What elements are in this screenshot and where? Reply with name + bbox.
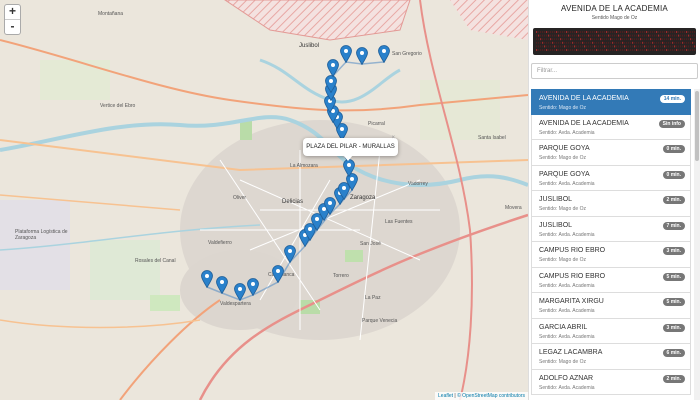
arrival-time-badge: 0 min.	[662, 145, 685, 153]
map-label-la-almozara: La Almozara	[290, 163, 318, 169]
map-label-movera: Movera	[505, 205, 522, 211]
stop-popup: PLAZA DEL PILAR - MURALLAS ×	[303, 135, 398, 156]
stop-direction: Sentido: Mago de Oz	[539, 206, 586, 212]
arrival-time-badge: 7 min.	[662, 221, 685, 230]
stop-list-item[interactable]: ADOLFO AZNAR Sentido: Avda. Academia 2 min…	[531, 369, 691, 395]
arrival-time-badge: 0 min.	[662, 170, 685, 179]
stop-marker-icon[interactable]	[216, 276, 228, 294]
map-label-delicias: Delicias	[282, 199, 304, 205]
map-label-valdefierro: Valdefierro	[208, 240, 232, 246]
stop-direction: Sentido: Mago de Oz	[539, 359, 586, 365]
stop-direction: Sentido: Mago de Oz	[539, 257, 586, 263]
stop-marker-icon[interactable]	[356, 47, 368, 65]
stop-marker-icon[interactable]	[234, 283, 246, 301]
osm-link[interactable]: © OpenStreetMap contributors	[457, 393, 525, 399]
stop-marker-icon[interactable]	[378, 45, 390, 63]
arrival-time-badge: 5 min.	[662, 298, 685, 306]
stop-list-item[interactable]: AVENIDA DE LA ACADEMIA Sentido: Mago de O…	[531, 89, 691, 115]
stop-marker-icon[interactable]	[325, 75, 337, 93]
map-label-rosales-del-canal: Rosales del Canal	[135, 258, 176, 264]
stop-list-item[interactable]: AVENIDA DE LA ACADEMIA Sentido: Avda. Aca…	[531, 114, 691, 140]
stop-marker-icon[interactable]	[327, 59, 339, 77]
zoom-in-button[interactable]: +	[5, 5, 20, 19]
stop-marker-icon[interactable]	[340, 45, 352, 63]
arrival-time-badge: 5 min.	[662, 272, 685, 281]
scrollbar-thumb[interactable]	[695, 91, 699, 161]
map-label-plataforma: Plataforma Logística de Zaragoza	[15, 229, 68, 241]
popup-text: PLAZA DEL PILAR - MURALLAS	[306, 144, 395, 150]
stop-direction: Sentido: Avda. Academia	[539, 384, 595, 391]
stop-marker-icon[interactable]	[343, 159, 355, 177]
map-label-vertice-del-ebro: Vertice del Ebro	[100, 103, 136, 109]
filter-input[interactable]: Filtrar...	[531, 63, 698, 79]
stop-list-item[interactable]: GARCIA ABRIL Sentido: Avda. Academia 3 min…	[531, 318, 691, 344]
map-attribution: Leaflet | © OpenStreetMap contributors	[435, 392, 528, 400]
arrival-time-badge: 2 min.	[662, 374, 685, 383]
zoom-out-button[interactable]: -	[5, 19, 20, 34]
stop-direction: Sentido: Avda. Academia	[539, 308, 595, 314]
map-label-san-gregorio: San Gregorio	[392, 51, 422, 57]
stop-list-item[interactable]: PARQUE GOYA Sentido: Mago de Oz 0 min.	[531, 140, 691, 166]
stop-direction: Sentido: Mago de Oz	[539, 155, 586, 161]
stop-direction: Sentido: Avda. Academia	[539, 180, 595, 187]
led-display	[533, 28, 696, 55]
map-label-las-fuentes: Las Fuentes	[385, 219, 413, 225]
stop-direction: Sentido: Avda. Academia	[539, 129, 595, 136]
map-label-valdespartera: Valdespartera	[220, 301, 251, 307]
stop-list-item[interactable]: MARGARITA XIRGU Sentido: Avda. Academia 5 …	[531, 293, 691, 319]
stop-list-item[interactable]: JUSLIBOL Sentido: Avda. Academia 7 min.	[531, 216, 691, 242]
popup-close-button[interactable]: ×	[391, 133, 395, 143]
stop-direction: Sentido: Avda. Academia	[539, 333, 595, 340]
stop-marker-icon[interactable]	[201, 270, 213, 288]
map-label-santa-isabel: Santa Isabel	[478, 135, 506, 141]
stop-list-item[interactable]: CAMPUS RIO EBRO Sentido: Avda. Academia 5 …	[531, 267, 691, 293]
stop-marker-icon[interactable]	[272, 265, 284, 283]
arrival-time-badge: 3 min.	[662, 323, 685, 332]
stop-list-item[interactable]: CAMPUS RIO EBRO Sentido: Mago de Oz 3 min.	[531, 242, 691, 268]
arrival-time-badge: 3 min.	[662, 247, 685, 255]
line-direction: Sentido Mago de Oz	[591, 15, 638, 21]
stop-direction: Sentido: Avda. Academia	[539, 231, 595, 238]
stop-list: AVENIDA DE LA ACADEMIA Sentido: Mago de O…	[531, 89, 691, 395]
map-label-picarral: Picarral	[368, 121, 385, 127]
stops-panel: AVENIDA DE LA ACADEMIA Sentido Mago de O…	[528, 0, 700, 400]
map-canvas	[0, 0, 528, 400]
map[interactable]: + - Montañana Juslibol San Gregorio Sant…	[0, 0, 528, 400]
map-label-juslibol: Juslibol	[299, 43, 320, 49]
leaflet-link[interactable]: Leaflet	[438, 393, 453, 399]
map-label-parque-venecia: Parque Venecia	[362, 318, 398, 324]
scrollbar[interactable]	[694, 89, 700, 400]
led-matrix	[536, 31, 696, 51]
stop-list-item[interactable]: LEGAZ LACAMBRA Sentido: Mago de Oz 6 min.	[531, 344, 691, 370]
map-label-zaragoza: Zaragoza	[350, 195, 376, 201]
stop-marker-icon[interactable]	[247, 278, 259, 296]
arrival-time-badge: 14 min.	[659, 95, 685, 103]
line-title: AVENIDA DE LA ACADEMIA	[561, 4, 668, 13]
stop-direction: Sentido: Mago de Oz	[539, 105, 586, 111]
stop-list-item[interactable]: PARQUE GOYA Sentido: Avda. Academia 0 min.	[531, 165, 691, 191]
map-label-la-paz: La Paz	[365, 295, 381, 301]
map-label-torrero: Torrero	[333, 273, 349, 279]
map-label-oliver: Oliver	[233, 195, 247, 201]
map-label-san-jose: San José	[360, 241, 381, 247]
map-label-montanana: Montañana	[98, 11, 124, 17]
stop-marker-icon[interactable]	[284, 245, 296, 263]
zoom-control: + -	[4, 4, 21, 35]
map-label-vadorrey: Vadorrey	[408, 181, 428, 187]
arrival-time-badge: 2 min.	[662, 196, 685, 204]
arrival-time-badge: Sin info	[658, 119, 685, 128]
stop-direction: Sentido: Avda. Academia	[539, 282, 595, 289]
stop-list-item[interactable]: JUSLIBOL Sentido: Mago de Oz 2 min.	[531, 191, 691, 217]
popup-tip	[343, 155, 353, 161]
arrival-time-badge: 6 min.	[662, 349, 685, 357]
